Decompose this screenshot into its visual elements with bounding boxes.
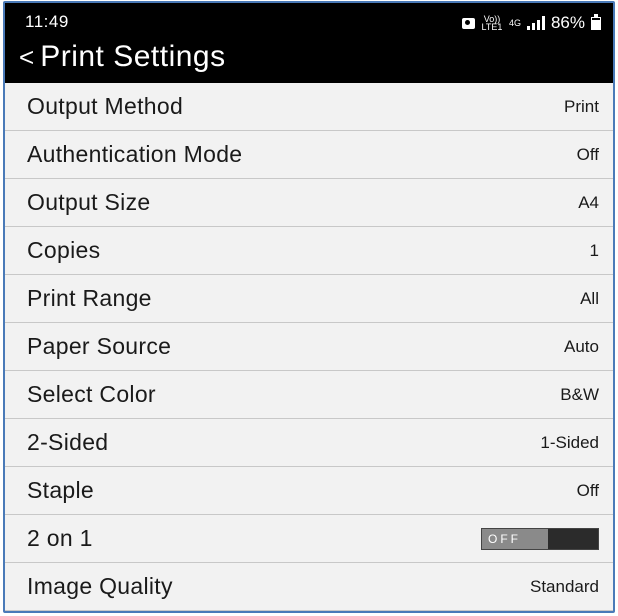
- setting-label: Output Size: [27, 189, 151, 215]
- 2-on-1-toggle[interactable]: OFF: [481, 527, 599, 550]
- page-title: Print Settings: [40, 40, 226, 73]
- setting-label: Staple: [27, 477, 95, 503]
- back-arrow-icon[interactable]: <: [19, 42, 34, 72]
- setting-value: A4: [578, 192, 599, 212]
- setting-label: 2 on 1: [27, 525, 93, 551]
- setting-label: Image Quality: [27, 573, 173, 599]
- battery-percent: 86%: [550, 13, 585, 32]
- setting-label: Select Color: [27, 381, 156, 407]
- setting-value: All: [580, 288, 599, 308]
- setting-value: Off: [576, 144, 599, 164]
- setting-value: Off: [576, 480, 599, 500]
- setting-value: Standard: [530, 576, 599, 596]
- setting-row-image-quality[interactable]: Image Quality Standard: [5, 563, 613, 611]
- title-row[interactable]: < Print Settings: [19, 39, 226, 75]
- app-header: 11:49 Vo)) LTE1 4G 86% < Print Settings: [5, 3, 613, 83]
- setting-row-authentication-mode[interactable]: Authentication Mode Off: [5, 131, 613, 179]
- status-icons: Vo)) LTE1 4G 86%: [461, 13, 601, 33]
- phone-screen: 11:49 Vo)) LTE1 4G 86% < Print Settings …: [3, 1, 615, 613]
- setting-value: B&W: [560, 384, 599, 404]
- toggle-off-label: OFF: [482, 528, 548, 549]
- setting-row-output-method[interactable]: Output Method Print: [5, 83, 613, 131]
- setting-row-2-on-1: 2 on 1 OFF: [5, 515, 613, 563]
- toggle-knob: [548, 528, 598, 549]
- setting-label: Print Range: [27, 285, 152, 311]
- setting-label: Output Method: [27, 93, 184, 119]
- battery-icon: [591, 13, 601, 30]
- setting-value: Print: [564, 96, 599, 116]
- signal-icon: [526, 16, 545, 30]
- setting-row-print-range[interactable]: Print Range All: [5, 275, 613, 323]
- setting-value: 1: [589, 240, 599, 260]
- setting-value: Auto: [564, 336, 599, 356]
- settings-list: Output Method Print Authentication Mode …: [5, 83, 613, 611]
- setting-row-select-color[interactable]: Select Color B&W: [5, 371, 613, 419]
- camera-notification-icon: [461, 17, 475, 29]
- setting-row-output-size[interactable]: Output Size A4: [5, 179, 613, 227]
- setting-label: Authentication Mode: [27, 141, 243, 167]
- setting-row-copies[interactable]: Copies 1: [5, 227, 613, 275]
- setting-label: Copies: [27, 237, 101, 263]
- network-type-icon: 4G: [508, 18, 521, 28]
- setting-value: 1-Sided: [540, 432, 599, 452]
- setting-row-2-sided[interactable]: 2-Sided 1-Sided: [5, 419, 613, 467]
- setting-label: Paper Source: [27, 333, 172, 359]
- volte-icon: Vo)) LTE1: [481, 14, 503, 32]
- setting-label: 2-Sided: [27, 429, 109, 455]
- setting-row-staple[interactable]: Staple Off: [5, 467, 613, 515]
- setting-row-paper-source[interactable]: Paper Source Auto: [5, 323, 613, 371]
- status-time: 11:49: [25, 12, 69, 31]
